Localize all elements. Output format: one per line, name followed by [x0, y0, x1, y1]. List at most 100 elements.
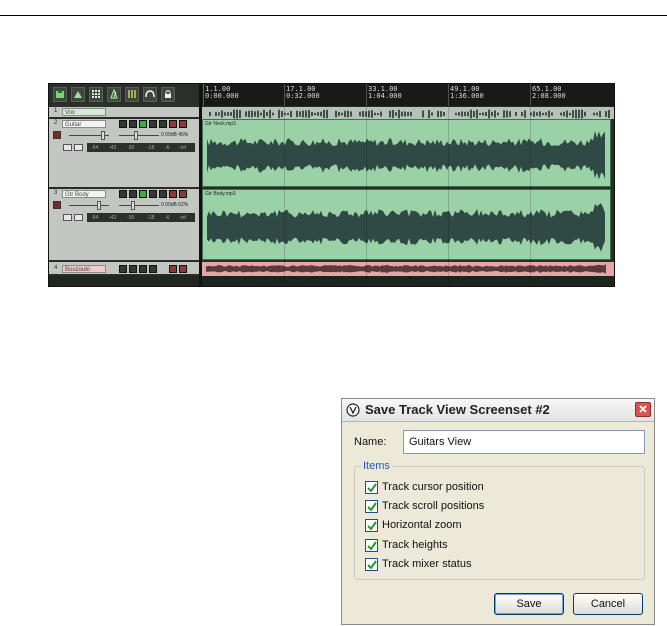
- fx-button[interactable]: [139, 120, 147, 128]
- solo-button[interactable]: [179, 120, 187, 128]
- track-lane[interactable]: Gtr Neck.mp3: [202, 119, 614, 189]
- track-name-field[interactable]: Guitar: [62, 120, 106, 128]
- ruler-label: 65.1.00 2:08.000: [532, 85, 566, 100]
- lock-icon[interactable]: [161, 87, 175, 102]
- pan-slider[interactable]: [119, 205, 159, 206]
- meter-tick: -30: [127, 215, 135, 221]
- monitor-button[interactable]: [129, 265, 137, 273]
- reaper-logo-icon: [346, 403, 360, 417]
- volume-readout: 0.00dB 45%: [161, 132, 189, 138]
- open-project-icon[interactable]: [71, 87, 85, 102]
- dialog-title: Save Track View Screenset #2: [365, 402, 550, 417]
- checkbox[interactable]: [365, 558, 378, 571]
- mute-button[interactable]: [169, 190, 177, 198]
- phase-button[interactable]: [149, 190, 157, 198]
- mute-button[interactable]: [169, 120, 177, 128]
- envelope-button[interactable]: [159, 190, 167, 198]
- items-group: Items Track cursor position Track scroll…: [354, 460, 645, 580]
- metronome-icon[interactable]: [107, 87, 121, 102]
- close-button[interactable]: [635, 402, 651, 417]
- ruler-label: 33.1.00 1:04.000: [368, 85, 402, 100]
- record-mode-button[interactable]: [53, 201, 61, 209]
- check-icon: [367, 502, 377, 512]
- grid-icon[interactable]: [89, 87, 103, 102]
- check-icon: [367, 541, 377, 551]
- top-rule: [0, 15, 667, 16]
- checkbox[interactable]: [365, 539, 378, 552]
- items-group-label: Items: [361, 460, 392, 472]
- option-label: Track heights: [382, 539, 448, 551]
- grid-line: [448, 84, 449, 286]
- track-number: 4: [54, 265, 58, 271]
- phase-button[interactable]: [149, 265, 157, 273]
- track-number: 1: [54, 108, 58, 114]
- checkbox[interactable]: [365, 519, 378, 532]
- phase-button[interactable]: [149, 120, 157, 128]
- ruler-tick: [203, 84, 204, 106]
- solo-button[interactable]: [179, 190, 187, 198]
- meter-tick: -inf: [179, 145, 186, 151]
- media-item[interactable]: Gtr Body.mp3: [202, 189, 611, 260]
- record-mode-button[interactable]: [53, 131, 61, 139]
- media-item[interactable]: Gtr Neck.mp3: [202, 119, 611, 187]
- record-arm-button[interactable]: [119, 120, 127, 128]
- arrange-view[interactable]: 1.1.00 0:00.000 17.1.00 0:32.000 33.1.00 1:…: [202, 84, 614, 286]
- checkbox[interactable]: [365, 481, 378, 494]
- screenset-name-input[interactable]: [403, 430, 645, 454]
- meter-tick: -42: [109, 145, 117, 151]
- pan-slider[interactable]: [119, 135, 159, 136]
- dialog-titlebar[interactable]: Save Track View Screenset #2: [342, 399, 654, 422]
- meter-tick: -54: [91, 145, 99, 151]
- fx-button[interactable]: [139, 190, 147, 198]
- new-project-icon[interactable]: [53, 87, 67, 102]
- solo-button[interactable]: [179, 265, 187, 273]
- ruler-label: 17.1.00 0:32.000: [286, 85, 320, 100]
- close-icon: [639, 405, 647, 413]
- grid-line: [366, 84, 367, 286]
- track-lane[interactable]: Gtr Body.mp3: [202, 189, 614, 262]
- mixer-icon[interactable]: [125, 87, 139, 102]
- option-label: Track mixer status: [382, 558, 472, 570]
- check-icon: [367, 521, 377, 531]
- track-row[interactable]: 3 Gtr Body 0.00dB 62% -54 -42 -30 -18 -6…: [49, 189, 199, 262]
- ripple-edit-icon[interactable]: [143, 87, 157, 102]
- mute-button[interactable]: [169, 265, 177, 273]
- monitor-button[interactable]: [129, 120, 137, 128]
- timeline-ruler[interactable]: 1.1.00 0:00.000 17.1.00 0:32.000 33.1.00 1:…: [202, 84, 614, 106]
- track-row[interactable]: 2 Guitar 0.00dB 45% -54 -42 -30 -18 -6 -…: [49, 119, 199, 189]
- envelope-io-button[interactable]: [74, 144, 83, 151]
- cancel-button[interactable]: Cancel: [573, 593, 643, 615]
- empty-arrange-area: [202, 276, 614, 286]
- pan-knob[interactable]: [131, 201, 135, 210]
- meter-tick: -6: [165, 145, 170, 151]
- track-name-field[interactable]: Vox: [62, 108, 106, 116]
- save-screenset-dialog: Save Track View Screenset #2 Name: Items…: [341, 398, 655, 625]
- meter-tick: -42: [109, 215, 117, 221]
- track-row[interactable]: 4 Bouzouki: [49, 262, 199, 276]
- meter-tick: -18: [147, 215, 155, 221]
- envelope-io-button[interactable]: [74, 214, 83, 221]
- checkbox[interactable]: [365, 500, 378, 513]
- meter-tick: -54: [91, 215, 99, 221]
- monitor-button[interactable]: [129, 190, 137, 198]
- volume-slider[interactable]: [69, 205, 109, 206]
- track-lane[interactable]: [202, 262, 614, 276]
- track-name-field[interactable]: Bouzouki: [62, 265, 106, 273]
- track-lane[interactable]: [202, 107, 614, 119]
- reaper-arrange-screenshot: 1 Vox 2 Guitar 0.00dB 45% -54 -42 -30 -1…: [48, 83, 615, 287]
- track-header: 3 Gtr Body: [49, 189, 199, 200]
- track-name-field[interactable]: Gtr Body: [62, 190, 106, 198]
- record-arm-button[interactable]: [119, 190, 127, 198]
- io-button[interactable]: [63, 214, 72, 221]
- track-row[interactable]: 1 Vox: [49, 107, 199, 119]
- level-meter: -54 -42 -30 -18 -6 -inf: [87, 143, 195, 152]
- fx-button[interactable]: [139, 265, 147, 273]
- record-arm-button[interactable]: [119, 265, 127, 273]
- volume-knob[interactable]: [101, 131, 105, 140]
- pan-knob[interactable]: [134, 131, 138, 140]
- io-button[interactable]: [63, 144, 72, 151]
- save-button[interactable]: Save: [494, 593, 564, 615]
- meter-tick: -6: [165, 215, 170, 221]
- volume-knob[interactable]: [97, 201, 101, 210]
- envelope-button[interactable]: [159, 120, 167, 128]
